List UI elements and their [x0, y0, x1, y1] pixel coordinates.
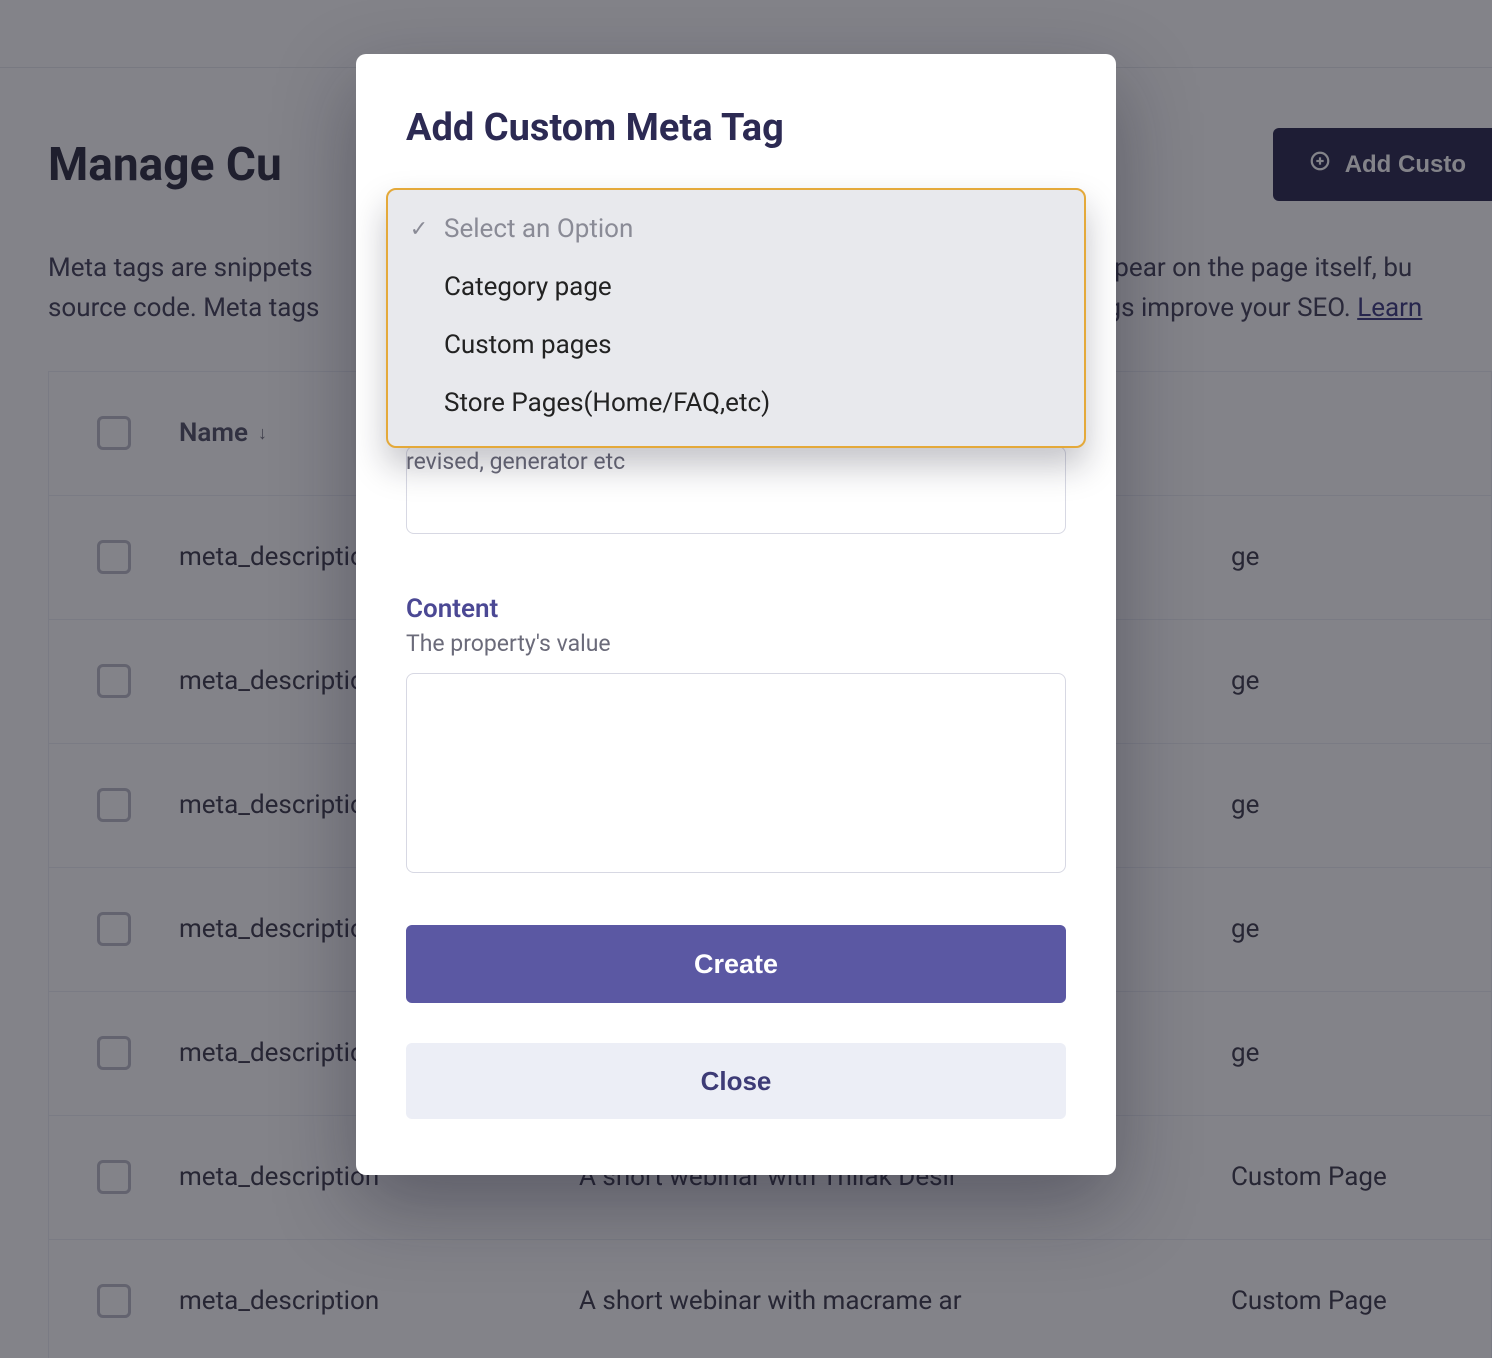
dropdown-option-label: Custom pages	[444, 330, 612, 360]
check-icon: ✓	[408, 217, 430, 242]
dropdown-option-custom-pages[interactable]: Custom pages	[388, 316, 1084, 374]
content-textarea[interactable]	[406, 673, 1066, 873]
dropdown-placeholder[interactable]: ✓ Select an Option	[388, 200, 1084, 258]
content-help: The property's value	[406, 630, 1066, 657]
dropdown-placeholder-label: Select an Option	[444, 214, 633, 244]
content-label: Content	[406, 594, 1066, 624]
page-type-dropdown[interactable]: ✓ Select an Option Category page Custom …	[386, 188, 1086, 448]
dropdown-option-category-page[interactable]: Category page	[388, 258, 1084, 316]
dropdown-option-store-pages[interactable]: Store Pages(Home/FAQ,etc)	[388, 374, 1084, 432]
create-button[interactable]: Create	[406, 925, 1066, 1003]
close-button[interactable]: Close	[406, 1043, 1066, 1119]
page-root: Manage Cu Add Custo Meta tags are snippe…	[0, 0, 1492, 1358]
name-help-fragment: revised, generator etc	[406, 448, 625, 475]
modal-title: Add Custom Meta Tag	[406, 106, 1066, 150]
dropdown-option-label: Category page	[444, 272, 612, 302]
dropdown-option-label: Store Pages(Home/FAQ,etc)	[444, 388, 770, 418]
